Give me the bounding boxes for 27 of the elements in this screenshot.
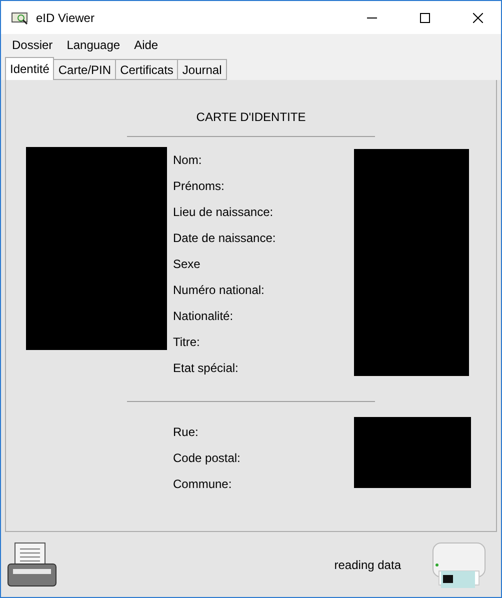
field-label: Nom: xyxy=(173,153,203,169)
field-label: Nationalité: xyxy=(173,309,234,325)
tab[interactable]: Certificats xyxy=(115,59,178,80)
tab[interactable]: Journal xyxy=(177,59,227,80)
card-reader-icon xyxy=(431,540,487,588)
tab[interactable]: Carte/PIN xyxy=(53,59,116,80)
menu-item[interactable]: Dossier xyxy=(5,38,60,52)
field-label: Sexe xyxy=(173,257,202,273)
card-reader-icon xyxy=(11,10,29,24)
menu-item[interactable]: Language xyxy=(60,38,128,52)
tab[interactable]: Identité xyxy=(5,57,54,80)
printer-icon[interactable] xyxy=(7,542,57,588)
field-label: Titre: xyxy=(173,335,201,351)
window-title: eID Viewer xyxy=(36,10,96,24)
close-icon xyxy=(473,12,483,22)
field-label: Code postal: xyxy=(173,451,242,467)
field-label: Date de naissance: xyxy=(173,231,277,247)
field-label: Rue: xyxy=(173,425,200,441)
card-title: CARTE D'IDENTITE xyxy=(196,110,306,124)
maximize-icon xyxy=(420,12,430,22)
field-label: Etat spécial: xyxy=(173,361,240,377)
field-label: Prénoms: xyxy=(173,179,226,195)
field-label: Numéro national: xyxy=(173,283,266,299)
field-label: Lieu de naissance: xyxy=(173,205,274,221)
status-text: reading data xyxy=(334,558,401,572)
menu-item[interactable]: Aide xyxy=(127,38,166,52)
field-label: Commune: xyxy=(173,477,233,493)
